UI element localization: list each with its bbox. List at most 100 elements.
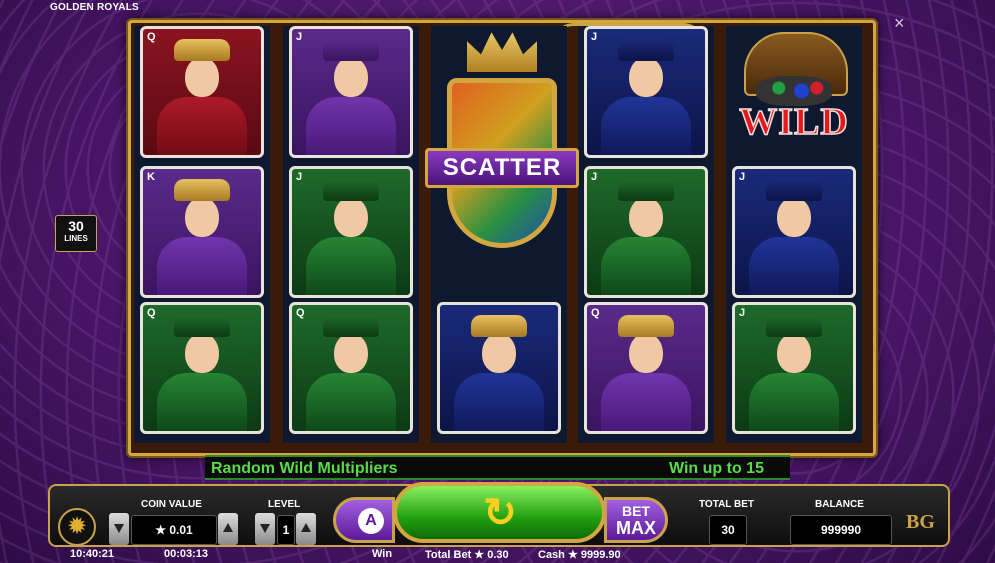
card-rank: K bbox=[147, 171, 155, 183]
crown-icon bbox=[467, 32, 537, 72]
face-icon bbox=[777, 333, 811, 373]
headwear-icon bbox=[323, 315, 379, 337]
reel-1: Q K Q bbox=[134, 26, 270, 443]
autoplay-button[interactable]: A bbox=[333, 497, 395, 543]
spin-button[interactable]: ↻ bbox=[393, 482, 606, 543]
bet-max-top-label: BET bbox=[622, 503, 650, 519]
card-rank: Q bbox=[296, 307, 305, 319]
footer-total-bet: Total Bet ★ 0.30 bbox=[425, 549, 509, 561]
level-label: LEVEL bbox=[268, 499, 301, 510]
lines-count: 30 bbox=[68, 218, 84, 234]
promo-ticker: Random Wild Multipliers Win up to 15 bbox=[205, 455, 790, 480]
total-bet-label: TOTAL BET bbox=[699, 499, 754, 510]
coin-value-label: COIN VALUE bbox=[141, 499, 202, 510]
coin-value-increase-button[interactable] bbox=[218, 513, 238, 545]
scatter-symbol: SCATTER bbox=[425, 28, 579, 298]
balance-label: BALANCE bbox=[815, 499, 864, 510]
robe-icon bbox=[157, 237, 247, 295]
robe-icon bbox=[306, 373, 396, 431]
level-decrease-button[interactable] bbox=[255, 513, 275, 545]
symbol-lady-green: Q bbox=[289, 302, 413, 434]
robe-icon bbox=[601, 237, 691, 295]
symbol-queen-blue bbox=[437, 302, 561, 434]
face-icon bbox=[629, 197, 663, 237]
headwear-icon bbox=[174, 39, 230, 61]
card-rank: J bbox=[591, 171, 598, 183]
spin-icon: ↻ bbox=[483, 491, 517, 535]
close-icon[interactable]: × bbox=[894, 14, 905, 32]
robe-icon bbox=[601, 97, 691, 155]
symbol-lady-green: Q bbox=[140, 302, 264, 434]
symbol-knight-green: J bbox=[584, 166, 708, 298]
headwear-icon bbox=[766, 315, 822, 337]
face-icon bbox=[185, 57, 219, 97]
robe-icon bbox=[454, 373, 544, 431]
total-bet-display: 30 bbox=[709, 515, 747, 545]
face-icon bbox=[629, 57, 663, 97]
robe-icon bbox=[157, 373, 247, 431]
headwear-icon bbox=[471, 315, 527, 337]
headwear-icon bbox=[618, 315, 674, 337]
wild-symbol: WILD bbox=[726, 28, 862, 164]
headwear-icon bbox=[618, 39, 674, 61]
coin-value-decrease-button[interactable] bbox=[109, 513, 129, 545]
provider-logo: BG bbox=[906, 511, 935, 533]
autoplay-icon: A bbox=[358, 508, 384, 534]
face-icon bbox=[482, 333, 516, 373]
down-arrow-icon bbox=[260, 524, 270, 533]
symbol-prince-blue: J bbox=[584, 26, 708, 158]
robe-icon bbox=[157, 97, 247, 155]
level-increase-button[interactable] bbox=[296, 513, 316, 545]
headwear-icon bbox=[174, 315, 230, 337]
ticker-text-right: Win up to 15 bbox=[669, 460, 764, 477]
card-rank: Q bbox=[591, 307, 600, 319]
lines-indicator: 30 LINES bbox=[55, 215, 97, 252]
face-icon bbox=[629, 333, 663, 373]
wild-label: WILD bbox=[738, 100, 849, 144]
balance-display: 999990 bbox=[790, 515, 892, 545]
face-icon bbox=[334, 197, 368, 237]
face-icon bbox=[185, 197, 219, 237]
robe-icon bbox=[306, 237, 396, 295]
card-rank: Q bbox=[147, 31, 156, 43]
footer-cash: Cash ★ 9999.90 bbox=[538, 549, 621, 561]
card-rank: Q bbox=[147, 307, 156, 319]
scatter-label: SCATTER bbox=[425, 148, 579, 188]
face-icon bbox=[777, 197, 811, 237]
clock: 10:40:21 bbox=[70, 548, 115, 560]
bet-max-bottom-label: MAX bbox=[616, 518, 656, 538]
card-rank: J bbox=[591, 31, 598, 43]
card-rank: J bbox=[739, 307, 746, 319]
face-icon bbox=[334, 333, 368, 373]
robe-icon bbox=[601, 373, 691, 431]
bet-max-button[interactable]: BET MAX bbox=[604, 497, 668, 543]
symbol-knight-green: J bbox=[732, 302, 856, 434]
gear-icon: ✹ bbox=[66, 513, 88, 540]
settings-button[interactable]: ✹ bbox=[58, 508, 96, 546]
level-display: 1 bbox=[277, 515, 295, 545]
robe-icon bbox=[749, 237, 839, 295]
win-label: Win bbox=[372, 548, 393, 560]
symbol-knight-green: J bbox=[289, 166, 413, 298]
up-arrow-icon bbox=[301, 523, 311, 532]
robe-icon bbox=[749, 373, 839, 431]
symbol-prince-blue: J bbox=[732, 166, 856, 298]
face-icon bbox=[334, 57, 368, 97]
card-rank: J bbox=[739, 171, 746, 183]
symbol-queen-purple: Q bbox=[584, 302, 708, 434]
coin-value-display: ★ 0.01 bbox=[131, 515, 217, 545]
reel-2: J J Q bbox=[283, 26, 419, 443]
face-icon bbox=[185, 333, 219, 373]
robe-icon bbox=[306, 97, 396, 155]
symbol-queen-red: Q bbox=[140, 26, 264, 158]
card-rank: J bbox=[296, 31, 303, 43]
session-timer: 00:03:13 bbox=[164, 548, 209, 560]
headwear-icon bbox=[766, 179, 822, 201]
symbol-jester-purple: J bbox=[289, 26, 413, 158]
headwear-icon bbox=[323, 179, 379, 201]
headwear-icon bbox=[174, 179, 230, 201]
reel-4: J J Q bbox=[578, 26, 714, 443]
headwear-icon bbox=[323, 39, 379, 61]
up-arrow-icon bbox=[223, 523, 233, 532]
lines-label: LINES bbox=[64, 234, 88, 243]
